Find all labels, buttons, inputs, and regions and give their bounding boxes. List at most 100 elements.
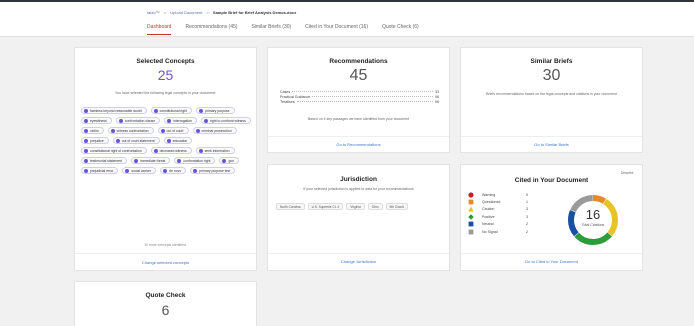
concept-chip[interactable]: de novo [160,167,187,174]
concept-chip[interactable]: confrontation clause [115,117,161,124]
concept-bullet-icon [166,138,171,143]
jurisdiction-chip[interactable]: 5th Circuit [385,203,408,210]
go-to-similar-briefs-link[interactable]: Go to Similar Briefs [461,142,642,147]
green-diamond-icon [468,214,474,220]
concept-chip[interactable]: primary purpose test [190,167,236,174]
concept-chip[interactable]: social worker [122,167,157,174]
concept-chip-label: victim [90,128,99,133]
jurisdiction-chip[interactable]: North Carolina [276,203,305,210]
jurisdiction-chip[interactable]: U.S. Supreme Ct. 4 [307,203,344,210]
tab-cited-in-your-document[interactable]: Cited in Your Document (16) [305,24,368,35]
concept-chip-label: constitutional right [159,108,187,113]
breadcrumb-home[interactable]: tablo™ [147,10,160,15]
concept-chip[interactable]: deceased witness [150,147,192,154]
card-divider [461,253,642,254]
grey-square-icon [468,229,474,235]
concept-chip[interactable]: confrontation right [174,157,216,164]
concept-bullet-icon [177,158,182,163]
concept-chip[interactable]: prejudicial error [81,167,119,174]
total-citations-label: Total Citations [581,223,605,227]
card-divider [75,253,256,254]
change-selected-concepts-link[interactable]: Change selected concepts [75,260,256,265]
go-to-recommendations-link[interactable]: Go to Recommendations [268,142,449,147]
tab-quote-check[interactable]: Quote Check (6) [382,24,419,35]
concept-bullet-icon [84,158,88,163]
concept-bullet-icon [84,138,88,143]
recommendations-count: 45 [349,67,368,84]
legend-row[interactable]: No Signal 2 [468,228,553,235]
concept-chip-label: prejudice [90,138,104,143]
more-concepts-text: 10 more concepts identified. [144,243,187,247]
concept-chip[interactable]: criminal prosecution [192,127,237,134]
concept-bullet-icon [153,108,158,113]
legend-row[interactable]: Positive 3 [468,213,553,220]
change-jurisdiction-link[interactable]: Change Jurisdiction [268,259,449,264]
concept-chip[interactable]: constitutional right of confrontation [81,147,147,154]
legend-count: 3 [526,207,528,212]
concept-chip-label: primary purpose test [199,168,231,173]
concept-chip[interactable]: seek information [195,147,235,154]
blue-square-icon [468,221,474,227]
legend-row[interactable]: Warning 0 [468,191,553,198]
similar-briefs-count: 30 [542,67,561,84]
legend-count: 0 [526,192,528,197]
jurisdiction-chip[interactable]: Ohio [367,203,383,210]
concept-bullet-icon [195,128,200,133]
similar-briefs-subtitle: Briefs recommendations based on the lega… [486,92,617,96]
go-to-cited-link[interactable]: Go to Cited in Your Document [461,259,642,264]
concept-chip-label: confrontation clause [124,118,156,123]
concept-chip[interactable]: witness confrontation [107,127,154,134]
concept-chip[interactable]: primary purpose [196,107,235,114]
concept-bullet-icon [160,128,165,133]
breadcrumb-current-document: Sample Brief for Brief Analysis Demos.do… [212,10,297,15]
concept-chip[interactable]: constitutional right [150,107,192,114]
concept-chip-label: seek information [204,148,230,153]
concept-bullet-icon [115,138,120,143]
recommendations-title: Recommendations [329,58,388,65]
jurisdiction-card: Jurisdiction If your selected jurisdicti… [267,164,450,271]
concept-chip-label: primary purpose [205,108,230,113]
concept-chip[interactable]: interrogation [164,117,197,124]
concept-chip[interactable]: immediate threat [131,157,171,164]
concept-bullet-icon [163,168,168,173]
jurisdiction-chip[interactable]: Virginia [346,203,365,210]
concept-chip[interactable]: prejudice [81,137,109,144]
tab-dashboard[interactable]: Dashboard [147,24,172,35]
concept-chip-label: criminal prosecution [201,128,232,133]
tab-recommendations[interactable]: Recommendations (45) [185,24,237,35]
cited-title: Cited in Your Document [514,177,589,184]
legend-row[interactable]: Questioned 1 [468,198,553,205]
legend-label: Neutral [482,222,494,227]
breadcrumb-separator: > [206,10,209,15]
concept-chip-label: deceased witness [159,148,187,153]
concept-chip-label: eyewitness [90,118,107,123]
concept-chip-label: gun [228,158,235,163]
concept-bullet-icon [84,168,88,173]
legend-label: Warning [482,192,496,197]
concept-chip[interactable]: testimonial statement [81,157,128,164]
concept-chip[interactable]: right to confront witness [201,117,251,124]
tab-similar-briefs[interactable]: Similar Briefs (30) [251,24,291,35]
concept-chip-label: social worker [131,168,152,173]
describe-out-link[interactable]: Describe [621,171,634,175]
card-divider [268,253,449,254]
concept-chip[interactable]: out of court [157,127,189,134]
legend-row[interactable]: Neutral 2 [468,221,553,228]
breadcrumb-upload-document[interactable]: Upload Document [170,10,202,15]
concept-chip[interactable]: victim [81,127,104,134]
breadcrumb-separator: > [163,10,167,15]
concept-chip-label: out of court [166,128,184,133]
concept-bullet-icon [134,158,139,163]
concept-chip[interactable]: education [163,137,193,144]
concept-chip[interactable]: faimless beyond reasonable doubt [81,107,147,114]
recommendations-row-treatises: Treatises 06 [280,100,439,104]
concept-chip[interactable]: gun [219,157,240,164]
concept-chip-list: faimless beyond reasonable doubt constitu… [81,107,257,174]
legend-label: Positive [482,214,495,219]
concept-chip[interactable]: out of court statement [112,137,160,144]
legend-row[interactable]: Caution 3 [468,206,553,213]
concept-bullet-icon [153,148,158,153]
concept-chip[interactable]: eyewitness [81,117,112,124]
card-divider [461,136,642,137]
legend-count: 3 [526,214,528,219]
